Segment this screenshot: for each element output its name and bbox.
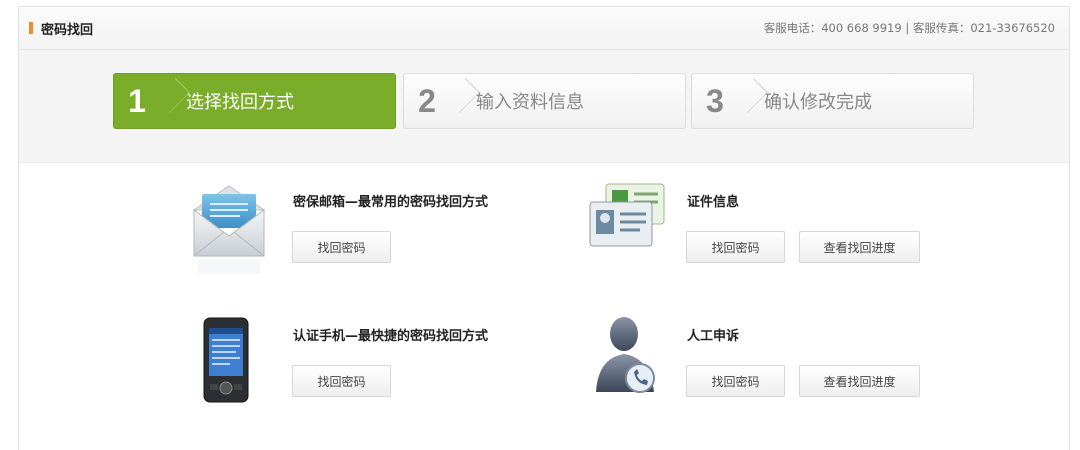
id-card-progress-button[interactable]: 查看找回进度 bbox=[799, 231, 920, 263]
chevron-icon bbox=[738, 73, 752, 129]
email-envelope-icon bbox=[190, 180, 268, 284]
panel-header: 密码找回 客服电话：400 668 9919 | 客服传真：021-336765… bbox=[19, 7, 1069, 50]
phone-option-title: 认证手机—最快捷的密码找回方式 bbox=[293, 329, 489, 344]
id-card-recover-button[interactable]: 找回密码 bbox=[686, 231, 785, 263]
manual-progress-button[interactable]: 查看找回进度 bbox=[799, 365, 920, 397]
manual-recover-button[interactable]: 找回密码 bbox=[686, 365, 785, 397]
title-marker bbox=[29, 22, 33, 34]
contact-info: 客服电话：400 668 9919 | 客服传真：021-33676520 bbox=[763, 21, 1055, 35]
email-option-title: 密保邮箱—最常用的密码找回方式 bbox=[293, 195, 489, 210]
manual-option-title: 人工申诉 bbox=[687, 329, 740, 344]
steps-bar: 1 选择找回方式 2 输入资料信息 3 确认修改完成 bbox=[19, 50, 1069, 163]
id-card-option-title: 证件信息 bbox=[687, 195, 740, 210]
id-card-icon bbox=[588, 182, 668, 256]
step-number: 2 bbox=[418, 82, 436, 119]
phone-recover-button[interactable]: 找回密码 bbox=[292, 365, 391, 397]
step-3: 3 确认修改完成 bbox=[691, 73, 974, 129]
step-number: 1 bbox=[128, 82, 146, 119]
chevron-icon bbox=[450, 73, 464, 129]
customer-service-icon bbox=[592, 312, 662, 406]
title-wrap: 密码找回 bbox=[29, 19, 93, 38]
step-label: 确认修改完成 bbox=[764, 92, 872, 113]
email-recover-button[interactable]: 找回密码 bbox=[292, 231, 391, 263]
chevron-icon bbox=[160, 73, 174, 129]
step-2: 2 输入资料信息 bbox=[403, 73, 686, 129]
mobile-phone-icon bbox=[200, 316, 256, 410]
page-title: 密码找回 bbox=[41, 22, 94, 38]
step-number: 3 bbox=[706, 82, 724, 119]
step-label: 输入资料信息 bbox=[476, 92, 584, 113]
step-1: 1 选择找回方式 bbox=[113, 73, 396, 129]
step-label: 选择找回方式 bbox=[186, 92, 294, 113]
